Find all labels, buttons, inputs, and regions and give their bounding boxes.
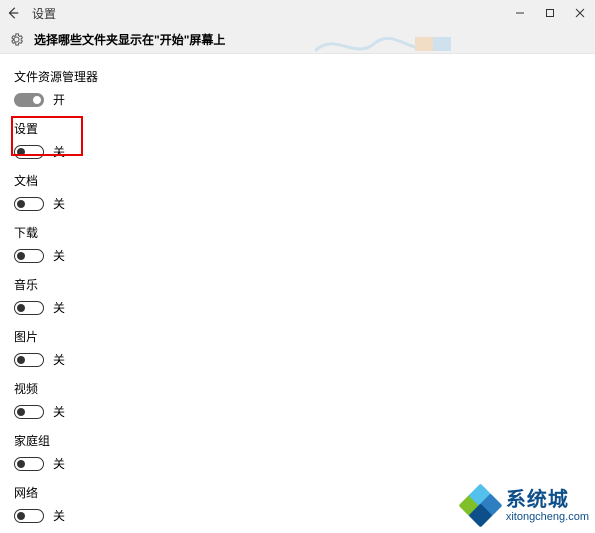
toggle-homegroup[interactable] bbox=[14, 457, 44, 471]
toggle-settings[interactable] bbox=[14, 145, 44, 159]
option-toggle-row: 关 bbox=[14, 247, 595, 264]
toggle-network[interactable] bbox=[14, 509, 44, 523]
toggle-music[interactable] bbox=[14, 301, 44, 315]
option-label: 设置 bbox=[14, 120, 595, 137]
toggle-file-explorer[interactable] bbox=[14, 93, 44, 107]
minimize-button[interactable] bbox=[505, 0, 535, 26]
close-button[interactable] bbox=[565, 0, 595, 26]
watermark: 系统城 xitongcheng.com bbox=[458, 485, 589, 527]
toggle-state-label: 关 bbox=[53, 351, 65, 368]
toggle-state-label: 关 bbox=[53, 507, 65, 524]
option-label: 家庭组 bbox=[14, 432, 595, 449]
watermark-url: xitongcheng.com bbox=[506, 511, 589, 523]
toggle-state-label: 关 bbox=[53, 299, 65, 316]
watermark-brand: 系统城 bbox=[506, 489, 589, 511]
option-music: 音乐关 bbox=[14, 276, 595, 316]
watermark-logo-icon bbox=[458, 485, 500, 527]
option-toggle-row: 关 bbox=[14, 195, 595, 212]
option-settings: 设置关 bbox=[14, 120, 595, 160]
maximize-button[interactable] bbox=[535, 0, 565, 26]
maximize-icon bbox=[545, 8, 555, 18]
option-label: 下载 bbox=[14, 224, 595, 241]
toggle-downloads[interactable] bbox=[14, 249, 44, 263]
window-controls bbox=[505, 0, 595, 26]
option-toggle-row: 关 bbox=[14, 455, 595, 472]
option-label: 视频 bbox=[14, 380, 595, 397]
option-toggle-row: 开 bbox=[14, 91, 595, 108]
option-toggle-row: 关 bbox=[14, 299, 595, 316]
toggle-state-label: 开 bbox=[53, 91, 65, 108]
window-title: 设置 bbox=[32, 5, 56, 22]
option-downloads: 下载关 bbox=[14, 224, 595, 264]
option-label: 音乐 bbox=[14, 276, 595, 293]
option-documents: 文档关 bbox=[14, 172, 595, 212]
close-icon bbox=[575, 8, 585, 18]
option-videos: 视频关 bbox=[14, 380, 595, 420]
toggle-state-label: 关 bbox=[53, 247, 65, 264]
background-art bbox=[315, 31, 475, 54]
toggle-state-label: 关 bbox=[53, 455, 65, 472]
toggle-state-label: 关 bbox=[53, 403, 65, 420]
option-label: 文档 bbox=[14, 172, 595, 189]
option-label: 图片 bbox=[14, 328, 595, 345]
option-label: 文件资源管理器 bbox=[14, 68, 595, 85]
page-subheader: 选择哪些文件夹显示在"开始"屏幕上 bbox=[0, 26, 595, 54]
page-title: 选择哪些文件夹显示在"开始"屏幕上 bbox=[34, 31, 225, 48]
option-file-explorer: 文件资源管理器开 bbox=[14, 68, 595, 108]
back-button[interactable] bbox=[0, 0, 26, 26]
toggle-state-label: 关 bbox=[53, 195, 65, 212]
titlebar: 设置 bbox=[0, 0, 595, 26]
option-homegroup: 家庭组关 bbox=[14, 432, 595, 472]
toggle-state-label: 关 bbox=[53, 143, 65, 160]
folder-toggle-list: 文件资源管理器开设置关文档关下载关音乐关图片关视频关家庭组关网络关个人文件夹关 bbox=[0, 54, 595, 533]
option-toggle-row: 关 bbox=[14, 403, 595, 420]
option-toggle-row: 关 bbox=[14, 143, 595, 160]
toggle-pictures[interactable] bbox=[14, 353, 44, 367]
arrow-left-icon bbox=[6, 6, 20, 20]
option-toggle-row: 关 bbox=[14, 351, 595, 368]
minimize-icon bbox=[515, 8, 525, 18]
toggle-documents[interactable] bbox=[14, 197, 44, 211]
gear-icon bbox=[8, 32, 24, 48]
option-pictures: 图片关 bbox=[14, 328, 595, 368]
toggle-videos[interactable] bbox=[14, 405, 44, 419]
